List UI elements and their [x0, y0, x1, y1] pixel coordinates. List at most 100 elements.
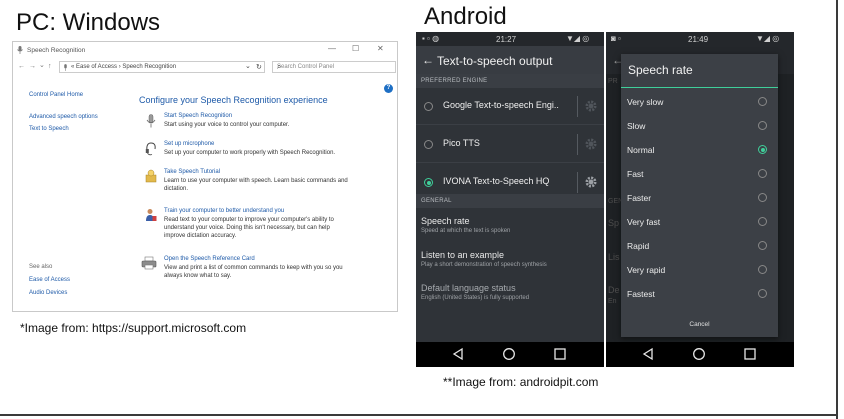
start-speech-recognition-link[interactable]: Start Speech Recognition	[164, 113, 232, 119]
option-description-line: improve dictation accuracy.	[164, 233, 237, 239]
status-bar: ◙ ▫ 21:49 ▼◢ ◎	[606, 32, 794, 46]
option-description-line: always know what to say.	[164, 273, 232, 279]
divider	[577, 172, 578, 193]
rate-label: Very fast	[627, 217, 661, 227]
rate-radio[interactable]	[758, 193, 767, 202]
recent-dropdown-icon[interactable]: ⌄	[39, 61, 45, 69]
option-description: Read text to your computer to improve yo…	[164, 216, 392, 240]
option-description: Set up your computer to work properly wi…	[164, 149, 392, 157]
rate-radio[interactable]	[758, 169, 767, 178]
android-speech-rate-dialog-screen: ◙ ▫ 21:49 ▼◢ ◎ ← PR GEN Sp Lis De En Spe…	[606, 32, 794, 367]
nav-back-icon[interactable]	[641, 347, 655, 361]
rate-radio[interactable]	[758, 289, 767, 298]
windows-speech-recognition-window: Speech Recognition — ☐ ✕ ← → ⌄ ↑ « Ease …	[12, 41, 398, 312]
notification-icon: ▪ ▫ ◍	[422, 34, 440, 43]
sidebar-link-control-panel-home[interactable]: Control Panel Home	[29, 92, 83, 98]
android-tts-settings-screen: ▪ ▫ ◍ 21:27 ▼◢ ◎ ← Text-to-speech output…	[416, 32, 604, 367]
sidebar-link-audio-devices[interactable]: Audio Devices	[29, 290, 67, 296]
rate-radio[interactable]	[758, 145, 767, 154]
nav-recents-icon[interactable]	[743, 347, 757, 361]
tutorial-lightbulb-icon	[145, 169, 157, 183]
engine-label: Google Text-to-speech Engi..	[443, 100, 559, 110]
rate-option-fastest[interactable]: Fastest	[621, 282, 778, 306]
rate-radio[interactable]	[758, 217, 767, 226]
rate-radio[interactable]	[758, 265, 767, 274]
engine-radio-pico[interactable]	[424, 140, 433, 149]
train-computer-link[interactable]: Train your computer to better understand…	[164, 208, 284, 214]
setting-subtitle: Speed at which the text is spoken	[421, 228, 511, 234]
signal-battery-icon: ▼◢ ◎	[566, 34, 590, 43]
section-header-preferred-engine: PREFERRED ENGINE	[416, 74, 604, 88]
engine-radio-google[interactable]	[424, 102, 433, 111]
rate-radio[interactable]	[758, 241, 767, 250]
gear-icon[interactable]	[584, 99, 598, 113]
status-bar: ▪ ▫ ◍ 21:27 ▼◢ ◎	[416, 32, 604, 46]
setting-subtitle: Play a short demonstration of speech syn…	[421, 262, 547, 268]
back-arrow-icon[interactable]: ←	[422, 53, 434, 67]
engine-row-pico[interactable]: Pico TTS	[416, 126, 604, 163]
rate-option-normal[interactable]: Normal	[621, 138, 778, 162]
rate-option-faster[interactable]: Faster	[621, 186, 778, 210]
set-up-microphone-link[interactable]: Set up microphone	[164, 141, 214, 147]
open-speech-reference-card-link[interactable]: Open the Speech Reference Card	[164, 256, 255, 262]
up-arrow-icon[interactable]: ↑	[48, 63, 52, 70]
nav-home-icon[interactable]	[692, 347, 706, 361]
rate-option-very-fast[interactable]: Very fast	[621, 210, 778, 234]
option-description-line: Read text to your computer to improve yo…	[164, 217, 334, 223]
refresh-icon[interactable]: ↻	[256, 63, 262, 71]
rate-option-very-slow[interactable]: Very slow	[621, 90, 778, 114]
rate-option-rapid[interactable]: Rapid	[621, 234, 778, 258]
engine-radio-ivona[interactable]	[424, 178, 433, 187]
nav-back-icon[interactable]	[451, 347, 465, 361]
search-icon: ⌕	[277, 62, 282, 71]
search-input[interactable]: Search Control Panel ⌕	[272, 61, 396, 73]
setting-title: Listen to an example	[421, 250, 505, 260]
navigation-bar	[416, 342, 604, 367]
engine-row-google[interactable]: Google Text-to-speech Engi..	[416, 88, 604, 125]
setting-title: Speech rate	[421, 216, 470, 226]
option-description-line: dictation.	[164, 186, 189, 192]
rate-option-fast[interactable]: Fast	[621, 162, 778, 186]
nav-home-icon[interactable]	[502, 347, 516, 361]
slide-border-bottom	[0, 414, 838, 416]
gear-icon[interactable]	[584, 137, 598, 151]
rate-radio[interactable]	[758, 97, 767, 106]
navigation-bar	[606, 342, 794, 367]
close-button[interactable]: ✕	[377, 45, 384, 53]
microphone-icon	[146, 114, 156, 128]
maximize-button[interactable]: ☐	[352, 45, 359, 53]
sidebar-link-advanced-speech-options[interactable]: Advanced speech options	[29, 114, 98, 120]
status-time: 21:27	[496, 35, 517, 44]
gear-icon[interactable]	[584, 175, 598, 189]
back-arrow-icon[interactable]: ←	[18, 63, 25, 70]
train-user-icon	[146, 209, 157, 221]
rate-option-slow[interactable]: Slow	[621, 114, 778, 138]
help-icon[interactable]: ?	[384, 84, 393, 93]
minimize-button[interactable]: —	[328, 45, 336, 53]
heading-pc-windows: PC: Windows	[16, 9, 161, 36]
sidebar-link-text-to-speech[interactable]: Text to Speech	[29, 126, 69, 132]
sidebar-link-ease-of-access[interactable]: Ease of Access	[29, 277, 70, 283]
section-header-label: GENERAL	[421, 198, 452, 204]
rate-label: Fast	[627, 169, 644, 179]
microphone-icon	[64, 64, 67, 71]
setting-subtitle: English (United States) is fully support…	[421, 295, 530, 301]
option-description: Learn to use your computer with speech. …	[164, 177, 392, 193]
rate-radio[interactable]	[758, 121, 767, 130]
breadcrumb-dropdown-icon[interactable]: ⌄	[245, 62, 251, 70]
take-speech-tutorial-link[interactable]: Take Speech Tutorial	[164, 169, 220, 175]
forward-arrow-icon[interactable]: →	[29, 63, 36, 70]
rate-option-very-rapid[interactable]: Very rapid	[621, 258, 778, 282]
option-description-line: Set up your computer to work properly wi…	[164, 150, 336, 156]
nav-recents-icon[interactable]	[553, 347, 567, 361]
option-description: Start using your voice to control your c…	[164, 121, 392, 129]
breadcrumb[interactable]: « Ease of Access › Speech Recognition ⌄ …	[59, 61, 265, 73]
dialog-title: Speech rate	[628, 63, 693, 77]
option-description: View and print a list of common commands…	[164, 264, 392, 280]
section-header-general: GENERAL	[416, 194, 604, 208]
see-also-label: See also	[29, 264, 53, 270]
address-bar: ← → ⌄ ↑ « Ease of Access › Speech Recogn…	[13, 59, 397, 75]
screen-title: Text-to-speech output	[437, 54, 553, 68]
cancel-button[interactable]: Cancel	[621, 321, 778, 328]
dialog-title-divider	[621, 87, 778, 88]
